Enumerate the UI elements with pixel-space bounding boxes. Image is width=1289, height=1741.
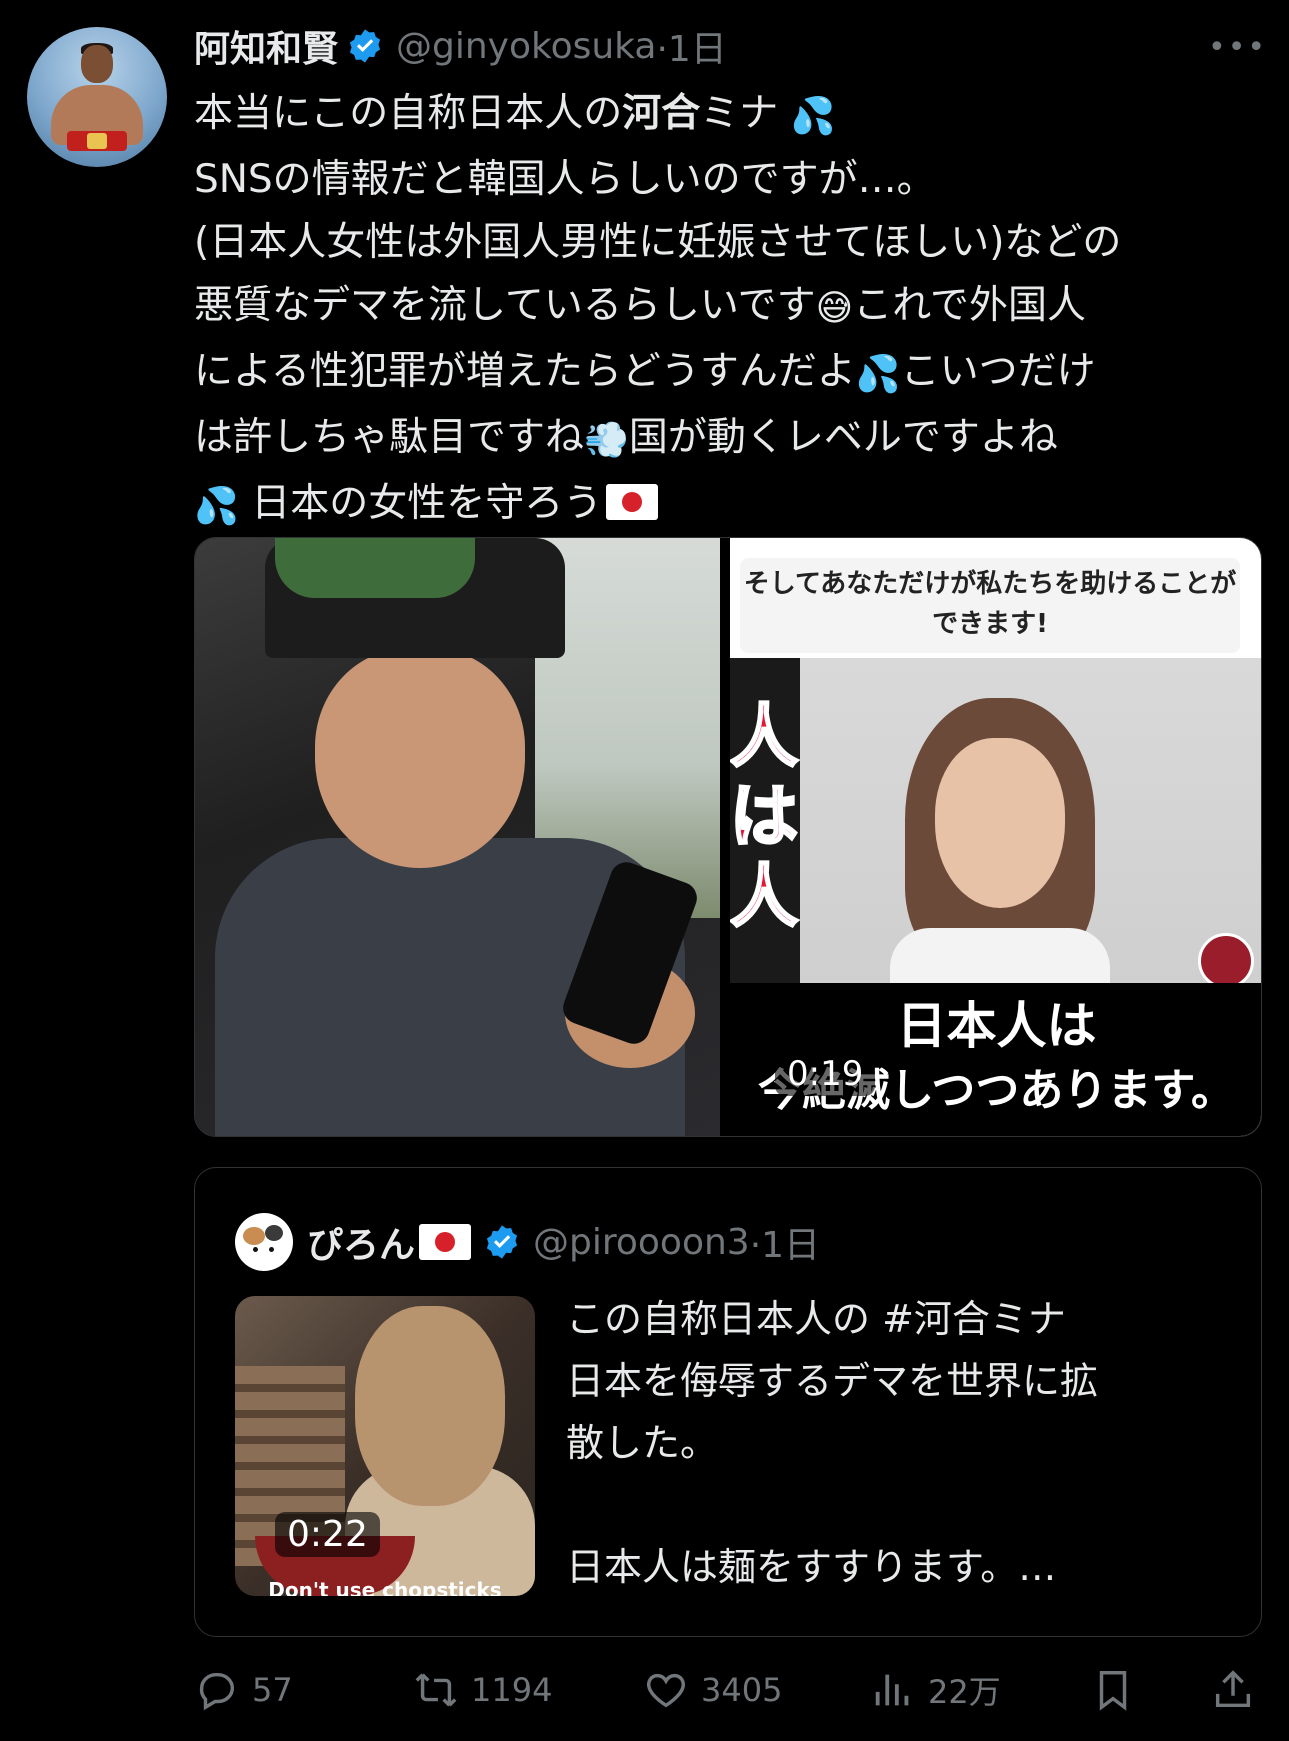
quoted-author-name[interactable]: ぴろん [307,1216,415,1268]
sweat-emoji-icon: 💦 [790,96,836,137]
views-button[interactable]: 22万 [870,1660,1001,1720]
text-span: 悪質なデマを流しているらしいです [194,283,816,328]
author-avatar[interactable] [27,27,167,167]
text-span: 日本の女性を守ろう [251,481,603,526]
quoted-header: ぴろん @piroooon3 ·1日 [235,1213,820,1271]
video-caption-top: そしてあなただけが私たちを助けることができます! [740,558,1240,653]
subtitle-line: 日本人は [896,997,1097,1055]
author-name[interactable]: 阿知和賢 [194,20,338,72]
quoted-video-duration: 0:22 [275,1512,380,1557]
text-span: ミナ [700,91,779,136]
tweet: 阿知和賢 @ginyokosuka ·1日 ••• 本当にこの自称日本人の河合ミ… [0,0,1289,1741]
author-handle[interactable]: @ginyokosuka [396,26,656,67]
video-frame-left [195,538,720,1136]
tweet-header: 阿知和賢 @ginyokosuka ·1日 [194,18,727,74]
japan-flag-icon [419,1224,472,1260]
like-button[interactable]: 3405 [643,1660,782,1720]
repost-count: 1194 [471,1671,553,1709]
quoted-line: 散した。 [566,1421,719,1465]
tweet-line: SNSの情報だと韓国人らしいのですが…。 [194,148,1264,211]
text-span: (日本人女性は外国人男性に妊娠させてほしい)などの [194,220,1122,265]
text-span: による性犯罪が増えたらどうすんだよ [194,349,856,394]
share-icon [1215,1670,1251,1708]
tweet-line: 悪質なデマを流しているらしいです😅これで外国人 [194,274,1264,340]
quoted-line: この自称日本人の #河合ミナ [566,1297,1066,1341]
like-count: 3405 [701,1671,783,1709]
bookmark-icon [1099,1671,1127,1711]
tweet-time[interactable]: ·1日 [656,20,726,72]
quoted-video-thumbnail[interactable]: Don't use chopsticks 0:22 [235,1296,535,1596]
video-duration: 0:19 [775,1052,876,1096]
text-span: は許しちゃ駄目ですね [194,415,585,460]
video-side-text: 人は人 [730,698,800,938]
reply-button[interactable]: 57 [194,1660,293,1720]
highlight-text: 河合 [622,91,701,136]
text-span: 本当にこの自称日本人の [194,91,623,136]
reply-count: 57 [252,1671,293,1709]
dash-emoji-icon: 💨 [584,420,629,461]
video-frame-right: そしてあなただけが私たちを助けることができます! 人は人 日本人は 今絶滅しつつ… [730,538,1261,1136]
more-icon[interactable]: ••• [1208,30,1267,65]
quoted-tweet[interactable]: ぴろん @piroooon3 ·1日 Don't use chopsticks … [194,1167,1262,1637]
tweet-video[interactable]: そしてあなただけが私たちを助けることができます! 人は人 日本人は 今絶滅しつつ… [194,537,1262,1137]
repost-icon [415,1673,457,1707]
views-count: 22万 [928,1673,1001,1711]
quoted-video-subtitle: Don't use chopsticks [268,1578,502,1596]
text-span: こいつだけ [900,349,1096,394]
quoted-avatar[interactable] [235,1213,293,1271]
sweat-emoji-icon: 💦 [855,354,901,395]
like-icon [647,1673,685,1708]
tweet-line: 💦 日本の女性を守ろう [194,472,1264,538]
verified-badge-icon [486,1225,518,1259]
tweet-text: 本当にこの自称日本人の河合ミナ 💦 SNSの情報だと韓国人らしいのですが…。 (… [194,82,1264,538]
repost-button[interactable]: 1194 [413,1660,552,1720]
japan-flag-icon [606,484,659,520]
tweet-line: (日本人女性は外国人男性に妊娠させてほしい)などの [194,211,1264,274]
quoted-line: 日本を侮辱するデマを世界に拡 [566,1359,1099,1403]
text-span: 国が動くレベルですよね [628,415,1058,460]
quoted-line: 日本人は麺をすすります。… [566,1545,1057,1589]
text-span: SNSの情報だと韓国人らしいのですが…。 [194,157,936,202]
verified-badge-icon [349,29,381,63]
tweet-line: による性犯罪が増えたらどうすんだよ💦こいつだけ [194,340,1264,406]
share-button[interactable] [1210,1660,1268,1720]
quoted-time[interactable]: ·1日 [750,1216,820,1268]
channel-badge-icon [1198,933,1254,989]
tweet-line: 本当にこの自称日本人の河合ミナ 💦 [194,82,1264,148]
grin-sweat-emoji-icon: 😅 [815,288,854,329]
action-bar: 57 1194 3405 22万 [0,1660,1289,1720]
reply-icon [199,1672,235,1711]
views-icon [875,1674,909,1706]
tweet-line: は許しちゃ駄目ですね💨国が動くレベルですよね [194,406,1264,472]
quoted-text: この自称日本人の #河合ミナ 日本を侮辱するデマを世界に拡 散した。 日本人は麺… [566,1288,1246,1598]
text-span: これで外国人 [853,283,1087,328]
sweat-emoji-icon: 💦 [194,486,239,527]
bookmark-button[interactable] [1090,1660,1148,1720]
quoted-handle[interactable]: @piroooon3 [533,1222,750,1263]
